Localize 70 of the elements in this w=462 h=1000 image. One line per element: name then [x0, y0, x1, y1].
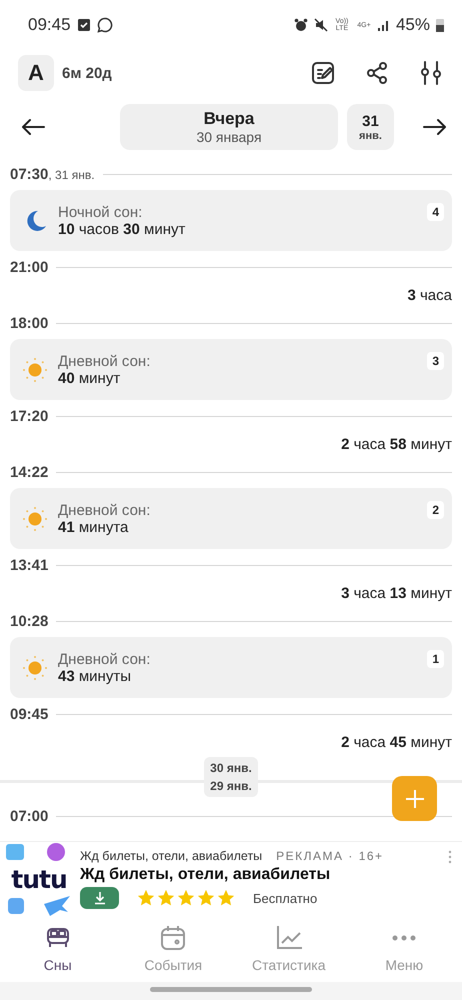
- sleep-card[interactable]: Дневной сон: 43 минуты 1: [10, 637, 452, 698]
- time-label: 17:20: [10, 408, 48, 424]
- awake-duration: 2 часа 58 минут: [341, 436, 452, 452]
- star-icon: [217, 889, 235, 907]
- day-date: 30 января: [196, 129, 262, 145]
- star-icon: [157, 889, 175, 907]
- awake-duration: 3 часа 13 минут: [341, 584, 452, 602]
- next-day: 31: [362, 112, 379, 130]
- date-label: 29 янв.: [210, 779, 252, 793]
- signal-icon: [378, 19, 390, 31]
- sleep-type-label: Ночной сон:: [58, 204, 142, 220]
- awake-duration: 2 часа 45 минут: [341, 734, 452, 750]
- sleep-type-label: Дневной сон:: [58, 352, 150, 370]
- profile-avatar[interactable]: A: [18, 55, 54, 91]
- sleep-number: 2: [427, 501, 444, 519]
- alarm-icon: [294, 18, 308, 32]
- time-label: 21:00: [10, 258, 48, 276]
- edit-note-icon[interactable]: [310, 60, 336, 86]
- sleep-duration: 10 часов 30 минут: [58, 220, 186, 238]
- next-date-button[interactable]: 31 янв.: [347, 104, 394, 150]
- sleep-card[interactable]: Дневной сон: 41 минута 2: [10, 488, 452, 549]
- battery-icon: [436, 18, 444, 32]
- line-chart-icon: [274, 925, 303, 951]
- time-label: 14:22: [10, 464, 48, 480]
- current-date-button[interactable]: Вчера 30 января: [120, 104, 338, 150]
- time-label: 07:30, 31 янв.: [10, 166, 95, 182]
- sleep-type-label: Дневной сон:: [58, 502, 150, 518]
- more-icon: [392, 935, 416, 941]
- awake-duration: 3 часа: [407, 286, 452, 304]
- battery-percent: 45%: [396, 15, 430, 35]
- share-icon[interactable]: [364, 60, 390, 86]
- child-age: 6м 20д: [62, 64, 112, 82]
- download-icon: [92, 891, 106, 905]
- ad-label: РЕКЛАМА · 16+: [276, 849, 384, 863]
- sleep-number: 1: [427, 650, 444, 668]
- sleep-duration: 41 минута: [58, 518, 128, 536]
- forward-arrow-icon[interactable]: [422, 117, 448, 137]
- time-label: 10:28: [10, 612, 48, 630]
- download-button[interactable]: [80, 887, 119, 909]
- date-label: 30 янв.: [210, 761, 252, 775]
- next-month: янв.: [359, 130, 382, 142]
- nav-tab[interactable]: Сны: [0, 916, 116, 982]
- ad-logo[interactable]: tutu: [4, 842, 74, 916]
- calendar-icon: [159, 925, 188, 951]
- time-label: 07:00: [10, 808, 48, 824]
- time-label: 18:00: [10, 314, 48, 332]
- sleep-number: 3: [427, 352, 444, 370]
- ad-price: Бесплатно: [253, 890, 318, 906]
- day-title: Вчера: [204, 109, 254, 129]
- ad-subtitle: Жд билеты, отели, авиабилеты: [80, 849, 262, 863]
- clock: 09:45: [28, 15, 71, 35]
- settings-sliders-icon[interactable]: [418, 60, 444, 86]
- sleep-number: 4: [427, 203, 444, 221]
- plus-icon: [404, 788, 426, 810]
- chat-icon: [96, 17, 113, 33]
- sleep-type-label: Дневной сон:: [58, 650, 150, 668]
- back-arrow-icon[interactable]: [20, 117, 46, 137]
- ad-title[interactable]: Жд билеты, отели, авиабилеты: [80, 866, 448, 884]
- time-label: 13:41: [10, 556, 48, 574]
- star-icon: [137, 889, 155, 907]
- mute-icon: [314, 18, 328, 32]
- sleep-duration: 40 минут: [58, 370, 120, 386]
- time-label: 09:45: [10, 706, 48, 722]
- sleep-card[interactable]: Дневной сон: 40 минут 3: [10, 339, 452, 400]
- gesture-handle[interactable]: [150, 987, 312, 992]
- star-icon: [177, 889, 195, 907]
- checkbox-notification-icon: [76, 18, 91, 32]
- sleep-card[interactable]: Ночной сон: 10 часов 30 минут 4: [10, 190, 452, 251]
- star-icon: [197, 889, 215, 907]
- sleep-duration: 43 минуты: [58, 668, 131, 684]
